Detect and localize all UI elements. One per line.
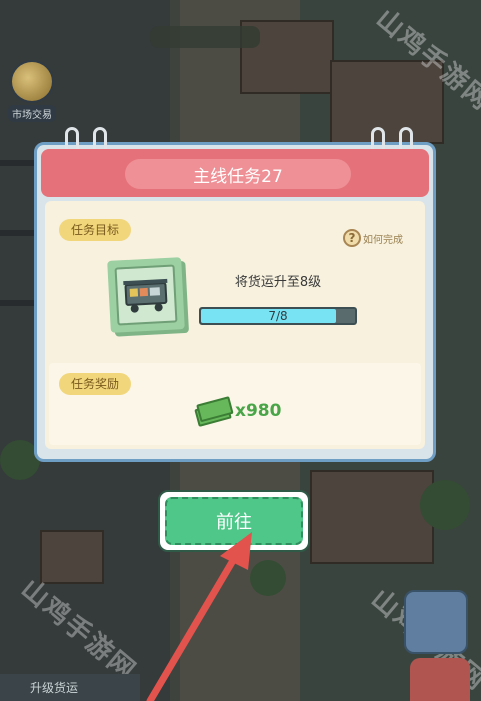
pointer-arrow-icon bbox=[146, 532, 252, 701]
